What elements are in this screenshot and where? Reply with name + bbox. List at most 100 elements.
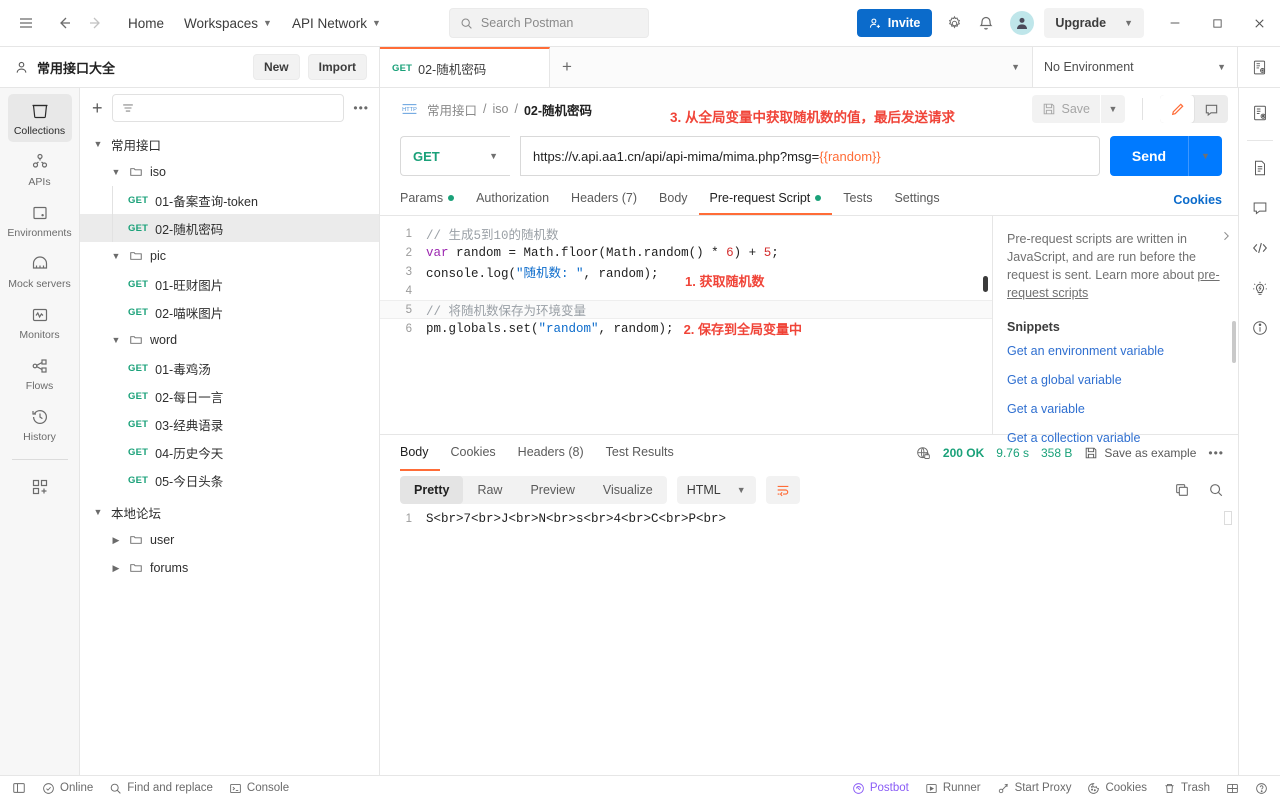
help-scrollbar[interactable] (1232, 321, 1236, 363)
code-icon[interactable] (1243, 231, 1277, 265)
tree-request-01-dujitang[interactable]: GET 01-毒鸡汤 (80, 354, 379, 382)
tree-collection-changyong[interactable]: ▼ 常用接口 (80, 130, 379, 158)
send-options-caret[interactable]: ▼ (1188, 136, 1222, 176)
upgrade-button[interactable]: Upgrade ▼ (1044, 8, 1144, 38)
bell-icon[interactable] (972, 9, 1000, 37)
tab-body[interactable]: Body (648, 182, 699, 215)
environment-quick-look-icon[interactable] (1243, 96, 1277, 130)
minimize-icon[interactable] (1154, 0, 1196, 47)
maximize-icon[interactable] (1196, 0, 1238, 47)
rail-item-flows[interactable]: Flows (8, 349, 72, 397)
search-input[interactable]: Search Postman (448, 8, 649, 38)
search-icon[interactable] (1208, 482, 1224, 498)
lightbulb-icon[interactable] (1243, 271, 1277, 305)
rail-item-history[interactable]: History (8, 400, 72, 448)
start-proxy-button[interactable]: Start Proxy (997, 782, 1071, 795)
tree-request-02-suijimima[interactable]: GET 02-随机密码 (80, 214, 379, 242)
trash-button[interactable]: Trash (1163, 782, 1210, 795)
tree-folder-iso[interactable]: ▼ iso (80, 158, 379, 186)
response-tab-cookies[interactable]: Cookies (440, 436, 507, 471)
hamburger-icon[interactable] (12, 9, 40, 37)
pencil-icon[interactable] (1160, 95, 1194, 123)
tree-request-02-meiriyiyan[interactable]: GET 02-每日一言 (80, 382, 379, 410)
comments-icon[interactable] (1243, 191, 1277, 225)
home-link[interactable]: Home (118, 9, 174, 37)
tree-request-05-jinritoutiao[interactable]: GET 05-今日头条 (80, 466, 379, 494)
plus-icon[interactable]: + (92, 98, 103, 119)
view-mode-visualize[interactable]: Visualize (589, 476, 667, 504)
tree-folder-forums[interactable]: ▶ forums (80, 554, 379, 582)
wrap-lines-icon[interactable] (765, 476, 800, 504)
forward-arrow-icon[interactable] (82, 9, 110, 37)
chevron-right-icon[interactable] (1220, 230, 1232, 242)
close-icon[interactable] (1238, 0, 1280, 47)
save-options-caret[interactable]: ▼ (1101, 95, 1125, 123)
tree-folder-pic[interactable]: ▼ pic (80, 242, 379, 270)
import-button[interactable]: Import (307, 54, 367, 80)
code-editor[interactable]: 1 // 生成5到10的随机数 2 var random = Math.floo… (380, 216, 992, 434)
plus-icon[interactable]: + (562, 57, 572, 77)
snippet-get-global-variable[interactable]: Get a global variable (1007, 373, 1222, 387)
info-icon[interactable] (1243, 311, 1277, 345)
view-mode-pretty[interactable]: Pretty (400, 476, 464, 504)
editor-scrollbar[interactable] (983, 276, 988, 292)
tree-request-04-lishijintian[interactable]: GET 04-历史今天 (80, 438, 379, 466)
request-tab-02[interactable]: GET 02-随机密码 (380, 47, 550, 87)
online-status[interactable]: Online (42, 782, 93, 795)
avatar[interactable] (1010, 11, 1035, 35)
sidebar-toggle-icon[interactable] (12, 781, 26, 795)
tree-request-03-jingdianyulu[interactable]: GET 03-经典语录 (80, 410, 379, 438)
tab-tests[interactable]: Tests (832, 182, 883, 215)
breadcrumb-collection[interactable]: 常用接口 (427, 100, 477, 119)
response-tab-body[interactable]: Body (400, 436, 440, 471)
cookies-link[interactable]: Cookies (1173, 193, 1222, 207)
response-scrollbar[interactable] (1224, 511, 1232, 525)
tree-request-02-miaomi[interactable]: GET 02-喵咪图片 (80, 298, 379, 326)
invite-button[interactable]: Invite (856, 9, 933, 37)
tree-collection-bendiluntan[interactable]: ▼ 本地论坛 (80, 498, 379, 526)
response-body[interactable]: 1 S<br>7<br>J<br>N<br>s<br>4<br>C<br>P<b… (380, 509, 1238, 775)
workspaces-menu[interactable]: Workspaces ▼ (174, 9, 282, 37)
filter-input[interactable] (111, 94, 345, 122)
environment-selector[interactable]: No Environment ▼ (1033, 47, 1238, 87)
rail-item-mock-servers[interactable]: Mock servers (8, 247, 72, 295)
cookies-button[interactable]: Cookies (1087, 782, 1147, 795)
view-mode-raw[interactable]: Raw (463, 476, 516, 504)
rail-item-add-module[interactable] (8, 470, 72, 502)
save-button[interactable]: Save (1031, 95, 1100, 123)
rail-item-environments[interactable]: Environments (7, 196, 72, 244)
find-and-replace-button[interactable]: Find and replace (109, 782, 213, 795)
rail-item-apis[interactable]: APIs (8, 145, 72, 193)
breadcrumb-folder[interactable]: iso (493, 102, 509, 116)
tab-headers[interactable]: Headers (7) (560, 182, 648, 215)
view-mode-preview[interactable]: Preview (516, 476, 588, 504)
environment-quick-look-icon[interactable] (1238, 47, 1280, 87)
response-format-selector[interactable]: HTML ▼ (676, 476, 756, 504)
back-arrow-icon[interactable] (50, 9, 78, 37)
documentation-icon[interactable] (1243, 151, 1277, 185)
response-tab-headers[interactable]: Headers (8) (507, 436, 595, 471)
chevron-down-icon[interactable]: ▼ (1011, 62, 1020, 72)
gear-icon[interactable] (940, 9, 968, 37)
copy-icon[interactable] (1174, 482, 1190, 498)
tab-settings[interactable]: Settings (883, 182, 950, 215)
ellipsis-icon[interactable]: ••• (1208, 446, 1224, 460)
postbot-button[interactable]: Postbot (852, 782, 909, 795)
snippet-get-environment-variable[interactable]: Get an environment variable (1007, 344, 1222, 358)
api-network-menu[interactable]: API Network ▼ (282, 9, 391, 37)
tab-authorization[interactable]: Authorization (465, 182, 560, 215)
save-as-example-button[interactable]: Save as example (1084, 446, 1196, 460)
tree-request-01-beian[interactable]: GET 01-备案查询-token (80, 186, 379, 214)
method-selector[interactable]: GET ▼ (400, 136, 510, 176)
snippet-get-variable[interactable]: Get a variable (1007, 402, 1222, 416)
rail-item-monitors[interactable]: Monitors (8, 298, 72, 346)
comment-icon[interactable] (1194, 95, 1228, 123)
tree-folder-user[interactable]: ▶ user (80, 526, 379, 554)
tree-request-01-wangcai[interactable]: GET 01-旺财图片 (80, 270, 379, 298)
url-input[interactable]: https://v.api.aa1.cn/api/api-mima/mima.p… (520, 136, 1100, 176)
rail-item-collections[interactable]: Collections (7, 94, 72, 142)
tab-pre-request-script[interactable]: Pre-request Script (698, 182, 833, 215)
response-tab-test-results[interactable]: Test Results (595, 436, 685, 471)
new-button[interactable]: New (252, 54, 300, 80)
send-button[interactable]: Send (1110, 136, 1188, 176)
